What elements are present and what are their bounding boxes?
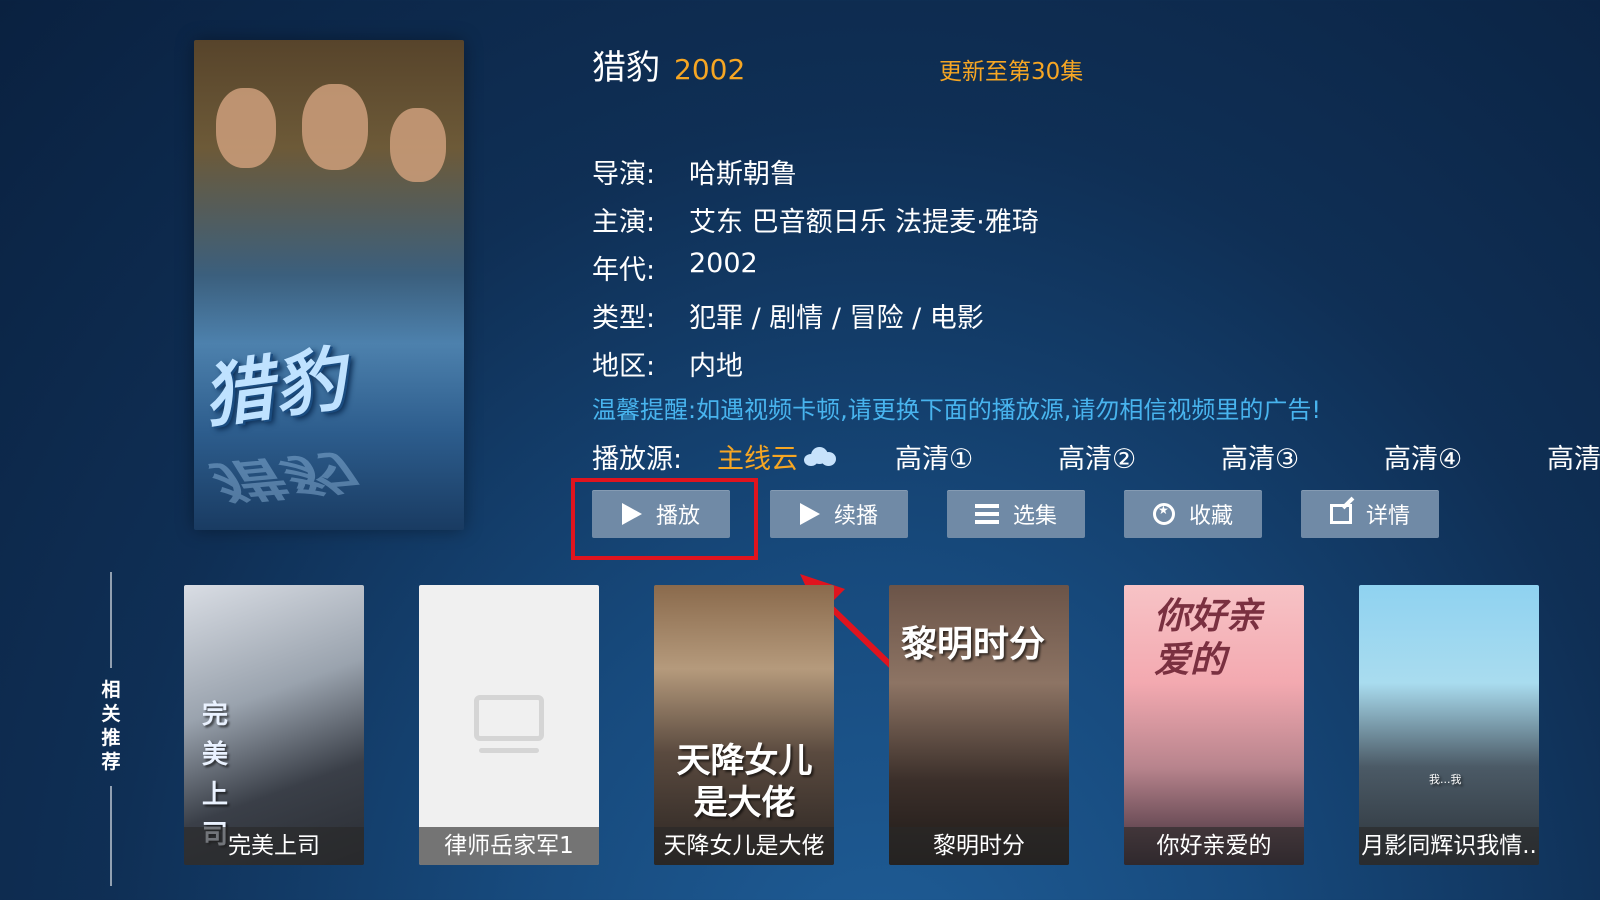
title-year: 2002 <box>674 53 746 86</box>
related-label: 相关推荐 <box>101 679 121 773</box>
title-row: 猎豹 2002 <box>592 40 745 90</box>
source-item[interactable]: 高清 <box>1547 437 1600 476</box>
info-value: 犯罪 / 剧情 / 冒险 / 电影 <box>689 303 984 334</box>
info-year: 年代: 2002 <box>592 248 758 287</box>
source-label: 播放源: <box>592 443 683 475</box>
update-status: 更新至第30集 <box>939 59 1084 85</box>
info-genre: 类型: 犯罪 / 剧情 / 冒险 / 电影 <box>592 296 984 335</box>
title-name: 猎豹 <box>592 48 660 88</box>
related-card-caption: 律师岳家军1 <box>419 827 599 865</box>
info-value: 内地 <box>689 351 743 382</box>
favorite-icon <box>1152 503 1175 525</box>
related-card-caption: 天降女儿是大佬 <box>654 827 834 865</box>
episodes-button-label: 选集 <box>1012 504 1057 529</box>
related-card[interactable]: 我...我 月影同辉识我情.. <box>1359 585 1539 865</box>
related-card-caption: 完美上司 <box>184 827 364 865</box>
poster-face <box>390 108 446 182</box>
related-card-art-text: 我...我 <box>1429 773 1462 786</box>
info-label: 导演: <box>592 159 656 190</box>
info-value: 艾东 巴音额日乐 法提麦·雅琦 <box>689 207 1039 238</box>
related-card-art <box>1359 585 1539 865</box>
tv-placeholder-stand <box>479 748 539 753</box>
info-label: 年代: <box>592 255 656 286</box>
related-card[interactable]: 天降女儿是大佬 天降女儿是大佬 <box>654 585 834 865</box>
poster-title-art: 猎豹 <box>197 337 352 439</box>
info-label: 类型: <box>592 303 656 334</box>
details-button[interactable]: 详情 <box>1301 490 1439 538</box>
source-item[interactable]: 高清③ <box>1221 437 1384 476</box>
source-item-label: 主线云 <box>717 443 798 475</box>
edit-icon <box>1329 504 1352 524</box>
poster-face <box>216 88 276 168</box>
favorite-button-label: 收藏 <box>1188 504 1233 529</box>
poster-title-reflection: 猎豹 <box>202 444 357 510</box>
source-item[interactable]: 高清④ <box>1384 437 1547 476</box>
resume-button[interactable]: 续播 <box>770 490 908 538</box>
info-value: 哈斯朝鲁 <box>689 159 797 190</box>
info-label: 主演: <box>592 207 656 238</box>
resume-button-label: 续播 <box>833 504 878 529</box>
poster-face <box>302 84 368 170</box>
related-card-art-text: 你好亲爱的 <box>1154 596 1263 681</box>
details-button-label: 详情 <box>1365 504 1410 529</box>
source-item[interactable]: 高清① <box>895 437 1058 476</box>
info-cast: 主演: 艾东 巴音额日乐 法提麦·雅琦 <box>592 200 1039 239</box>
info-value: 2002 <box>689 248 758 279</box>
related-card-art-text: 天降女儿是大佬 <box>676 741 813 823</box>
cloud-icon <box>804 446 836 466</box>
source-item-active[interactable]: 主线云 <box>717 437 895 476</box>
notice-tip: 温馨提醒:如遇视频卡顿,请更换下面的播放源,请勿相信视频里的广告! <box>592 396 1321 424</box>
side-divider-bottom <box>110 786 112 886</box>
related-card-art-text: 黎明时分 <box>901 624 1046 665</box>
related-card[interactable]: 律师岳家军1 <box>419 585 599 865</box>
info-label: 地区: <box>592 351 656 382</box>
favorite-button[interactable]: 收藏 <box>1124 490 1262 538</box>
related-card-caption: 月影同辉识我情.. <box>1359 827 1539 865</box>
highlight-box <box>571 478 758 560</box>
tv-placeholder-icon <box>474 695 544 741</box>
source-selector: 播放源: 主线云 高清① 高清② 高清③ 高清④ 高清 <box>592 436 1600 476</box>
play-icon <box>799 503 820 525</box>
related-card-caption: 黎明时分 <box>889 827 1069 865</box>
poster-image: 猎豹 猎豹 <box>194 40 464 530</box>
episodes-button[interactable]: 选集 <box>947 490 1085 538</box>
info-director: 导演: 哈斯朝鲁 <box>592 152 797 191</box>
side-divider-top <box>110 572 112 668</box>
related-card-caption: 你好亲爱的 <box>1124 827 1304 865</box>
related-card[interactable]: 完美上司 完美上司 <box>184 585 364 865</box>
list-icon <box>974 504 999 524</box>
related-card[interactable]: 黎明时分 黎明时分 <box>889 585 1069 865</box>
info-region: 地区: 内地 <box>592 344 743 383</box>
related-card[interactable]: 你好亲爱的 你好亲爱的 <box>1124 585 1304 865</box>
source-item[interactable]: 高清② <box>1058 437 1221 476</box>
